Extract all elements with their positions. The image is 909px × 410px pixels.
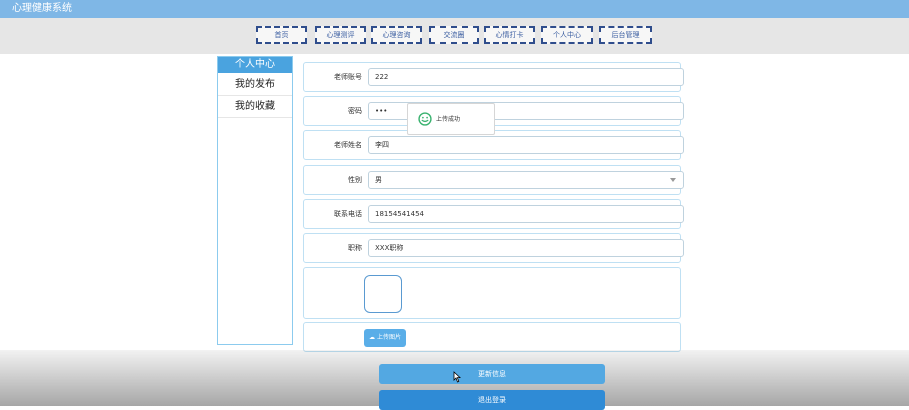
nav-item-assessment[interactable]: 心理测评 (315, 26, 366, 44)
nav-item-community[interactable]: 交流圈 (429, 26, 479, 44)
teacher-name-input[interactable]: 李四 (368, 136, 684, 154)
field-label: 密码 (348, 107, 362, 115)
sidebar-title: 个人中心 (218, 57, 292, 73)
gender-select[interactable]: 男 (368, 171, 684, 189)
nav-item-home[interactable]: 首页 (256, 26, 307, 44)
upload-image-label: 上传图片 (376, 334, 401, 341)
field-label: 老师姓名 (334, 141, 362, 149)
nav-item-admin[interactable]: 后台管理 (599, 26, 652, 44)
form-row-title: 职称 XXX职称 (303, 233, 684, 263)
form-row-avatar (303, 267, 681, 319)
field-label: 性别 (348, 176, 362, 184)
toast-notification: 上传成功 (407, 103, 495, 135)
nav-item-mood-checkin[interactable]: 心情打卡 (484, 26, 535, 44)
sidebar-item-my-posts[interactable]: 我的发布 (218, 75, 292, 96)
field-label: 联系电话 (334, 210, 362, 218)
sidebar: 个人中心 我的发布 我的收藏 (217, 56, 293, 345)
update-info-button[interactable]: 更新信息 (379, 364, 605, 384)
app-title: 心理健康系统 (12, 3, 72, 14)
form-row-phone: 联系电话 18154541454 (303, 199, 684, 229)
smile-icon (418, 112, 432, 126)
form-row-gender: 性别 男 (303, 165, 684, 195)
title-input[interactable]: XXX职称 (368, 239, 684, 257)
pointer-cursor-icon (453, 371, 461, 383)
form-row-teacher-account: 老师账号 222 (303, 62, 684, 92)
top-navigation: 首页 心理测评 心理咨询 交流圈 心情打卡 个人中心 后台管理 (0, 18, 909, 54)
top-bar: 心理健康系统 (0, 0, 909, 18)
field-label: 职称 (348, 244, 362, 252)
teacher-account-input[interactable]: 222 (368, 68, 684, 86)
toast-text: 上传成功 (436, 116, 461, 123)
logout-button[interactable]: 退出登录 (379, 390, 605, 410)
nav-item-personal-center[interactable]: 个人中心 (541, 26, 593, 44)
gender-value: 男 (375, 176, 382, 184)
upload-image-button[interactable]: ☁ 上传图片 (364, 329, 406, 347)
avatar-preview (364, 275, 402, 313)
cloud-upload-icon: ☁ (369, 334, 376, 341)
nav-item-consulting[interactable]: 心理咨询 (371, 26, 422, 44)
phone-input[interactable]: 18154541454 (368, 205, 684, 223)
form-row-upload: ☁ 上传图片 (303, 322, 681, 352)
sidebar-item-my-favorites[interactable]: 我的收藏 (218, 97, 292, 118)
chevron-down-icon (670, 178, 676, 182)
field-label: 老师账号 (334, 73, 362, 81)
